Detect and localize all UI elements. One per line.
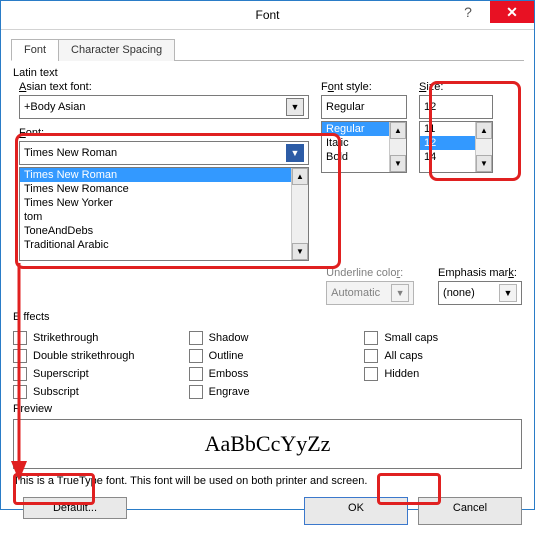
underline-color-label: Underline color: (326, 267, 414, 279)
font-style-value: Regular (326, 101, 365, 113)
chevron-down-icon[interactable]: ▼ (499, 284, 517, 302)
titlebar: Font ? ✕ (1, 1, 534, 30)
super-checkbox[interactable]: Superscript (13, 367, 171, 381)
effects-group: Strikethrough Shadow Small caps Double s… (13, 331, 522, 399)
size-value: 12 (424, 101, 436, 113)
size-list[interactable]: 11 12 14 ▲ ▼ (419, 121, 493, 173)
font-combo[interactable]: Times New Roman ▼ (19, 141, 309, 165)
scroll-down-icon[interactable]: ▼ (476, 155, 492, 172)
font-label: Font: (19, 127, 309, 139)
scrollbar[interactable]: ▲ ▼ (475, 122, 492, 172)
font-value: Times New Roman (24, 147, 117, 159)
engrave-checkbox[interactable]: Engrave (189, 385, 347, 399)
scrollbar[interactable]: ▲ ▼ (389, 122, 406, 172)
ok-button[interactable]: OK (304, 497, 408, 525)
preview-footnote: This is a TrueType font. This font will … (13, 475, 522, 487)
font-dropdown-list[interactable]: Times New Roman Times New Romance Times … (19, 167, 309, 261)
scroll-up-icon[interactable]: ▲ (390, 122, 406, 139)
font-style-label: Font style: (321, 81, 407, 93)
sub-checkbox[interactable]: Subscript (13, 385, 171, 399)
font-style-list[interactable]: Regular Italic Bold ▲ ▼ (321, 121, 407, 173)
list-item[interactable]: Times New Yorker (20, 196, 308, 210)
emboss-checkbox[interactable]: Emboss (189, 367, 347, 381)
close-icon[interactable]: ✕ (490, 1, 534, 23)
asian-font-combo[interactable]: +Body Asian ▼ (19, 95, 309, 119)
underline-color-combo: Automatic ▼ (326, 281, 414, 305)
shadow-checkbox[interactable]: Shadow (189, 331, 347, 345)
smallcaps-checkbox[interactable]: Small caps (364, 331, 522, 345)
asian-font-value: +Body Asian (24, 101, 85, 113)
hidden-checkbox[interactable]: Hidden (364, 367, 522, 381)
effects-label: E.ffects (13, 311, 522, 323)
preview-sample: AaBbCcYyZz (205, 431, 331, 457)
chevron-down-icon[interactable]: ▼ (286, 144, 304, 162)
help-icon[interactable]: ? (446, 1, 490, 23)
list-item[interactable]: Times New Roman (20, 168, 308, 182)
dstrike-checkbox[interactable]: Double strikethrough (13, 349, 171, 363)
chevron-down-icon[interactable]: ▼ (286, 98, 304, 116)
tab-font[interactable]: Font (11, 39, 59, 61)
latin-text-label: Latin text (13, 67, 522, 79)
list-item[interactable]: Times New Romance (20, 182, 308, 196)
emphasis-label: Emphasis mark: (438, 267, 522, 279)
tab-strip: Font Character Spacing (11, 38, 524, 61)
allcaps-checkbox[interactable]: All caps (364, 349, 522, 363)
scroll-up-icon[interactable]: ▲ (292, 168, 308, 185)
outline-checkbox[interactable]: Outline (189, 349, 347, 363)
list-item[interactable]: tom (20, 210, 308, 224)
list-item[interactable]: ToneAndDebs (20, 224, 308, 238)
font-style-input[interactable]: Regular (321, 95, 407, 119)
chevron-down-icon: ▼ (391, 284, 409, 302)
scroll-up-icon[interactable]: ▲ (476, 122, 492, 139)
size-input[interactable]: 12 (419, 95, 493, 119)
emphasis-value: (none) (443, 287, 475, 299)
asian-font-label: Asian text font: (19, 81, 309, 93)
scrollbar[interactable]: ▲ ▼ (291, 168, 308, 260)
preview-label: Preview (13, 403, 522, 415)
preview-box: AaBbCcYyZz (13, 419, 522, 469)
size-label: Size: (419, 81, 493, 93)
tab-character-spacing[interactable]: Character Spacing (58, 39, 175, 61)
scroll-down-icon[interactable]: ▼ (292, 243, 308, 260)
emphasis-combo[interactable]: (none) ▼ (438, 281, 522, 305)
strike-checkbox[interactable]: Strikethrough (13, 331, 171, 345)
default-button[interactable]: Default... (23, 497, 127, 519)
cancel-button[interactable]: Cancel (418, 497, 522, 525)
scroll-down-icon[interactable]: ▼ (390, 155, 406, 172)
underline-color-value: Automatic (331, 287, 380, 299)
list-item[interactable]: Traditional Arabic (20, 238, 308, 252)
